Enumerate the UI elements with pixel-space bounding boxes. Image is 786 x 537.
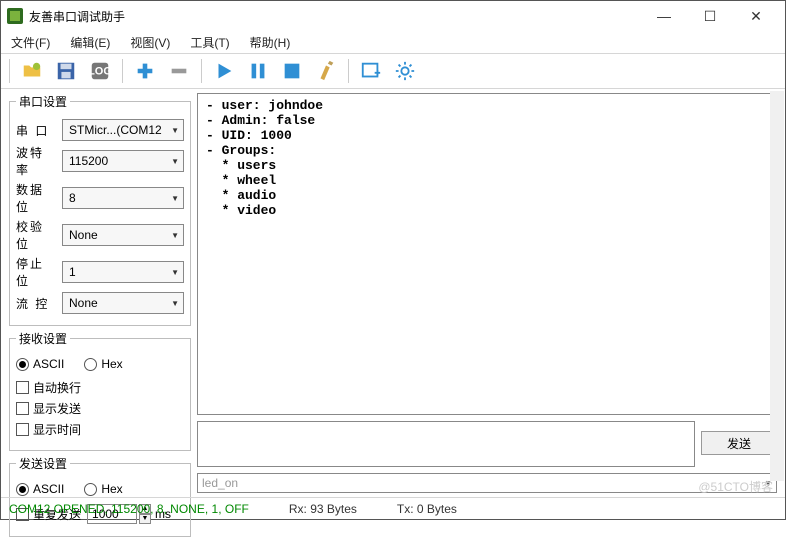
baud-label: 波特率	[16, 144, 56, 178]
menu-tools[interactable]: 工具(T)	[186, 32, 233, 53]
recv-settings-title: 接收设置	[16, 330, 70, 347]
separator	[122, 59, 123, 83]
recv-settings-panel: 接收设置 ASCII Hex 自动换行 显示发送 显示时间	[9, 330, 191, 451]
menu-edit[interactable]: 编辑(E)	[66, 32, 114, 53]
open-folder-icon[interactable]	[18, 57, 46, 85]
toolbar: LOG	[1, 53, 785, 89]
pause-icon[interactable]	[244, 57, 272, 85]
plus-icon[interactable]	[131, 57, 159, 85]
stop-icon[interactable]	[278, 57, 306, 85]
window-add-icon[interactable]	[357, 57, 385, 85]
serial-settings-title: 串口设置	[16, 93, 70, 110]
databits-label: 数据位	[16, 181, 56, 215]
log-icon[interactable]: LOG	[86, 57, 114, 85]
status-connection: COM12 OPENED, 115200, 8, NONE, 1, OFF	[9, 502, 249, 516]
settings-icon[interactable]	[391, 57, 419, 85]
menu-view[interactable]: 视图(V)	[126, 32, 174, 53]
close-button[interactable]: ✕	[733, 1, 779, 31]
status-tx: Tx: 0 Bytes	[397, 502, 457, 516]
status-rx: Rx: 93 Bytes	[289, 502, 357, 516]
clear-icon[interactable]	[312, 57, 340, 85]
maximize-button[interactable]: ☐	[687, 1, 733, 31]
send-input[interactable]	[197, 421, 695, 467]
separator	[348, 59, 349, 83]
parity-select[interactable]: None▼	[62, 224, 184, 246]
minus-icon[interactable]	[165, 57, 193, 85]
separator	[9, 59, 10, 83]
send-settings-title: 发送设置	[16, 455, 70, 472]
app-icon	[7, 8, 23, 24]
menu-help[interactable]: 帮助(H)	[246, 32, 295, 53]
play-icon[interactable]	[210, 57, 238, 85]
showsend-check[interactable]: 显示发送	[16, 400, 184, 417]
menubar: 文件(F) 编辑(E) 视图(V) 工具(T) 帮助(H)	[1, 31, 785, 53]
baud-select[interactable]: 115200▼	[62, 150, 184, 172]
output-textarea[interactable]: - user: johndoe - Admin: false - UID: 10…	[197, 93, 777, 415]
send-settings-panel: 发送设置 ASCII Hex 重复发送 1000 ▲▼ ms	[9, 455, 191, 537]
flow-select[interactable]: None▼	[62, 292, 184, 314]
watermark: @51CTO博客	[698, 478, 773, 495]
flow-label: 流 控	[16, 295, 56, 312]
send-history-select[interactable]: led_on▼	[197, 473, 777, 493]
statusbar: COM12 OPENED, 115200, 8, NONE, 1, OFF Rx…	[1, 497, 785, 519]
showtime-check[interactable]: 显示时间	[16, 421, 184, 438]
send-hex-radio[interactable]: Hex	[84, 482, 122, 496]
stopbits-label: 停止位	[16, 255, 56, 289]
minimize-button[interactable]: ―	[641, 1, 687, 31]
menu-file[interactable]: 文件(F)	[7, 32, 54, 53]
stopbits-select[interactable]: 1▼	[62, 261, 184, 283]
recv-ascii-radio[interactable]: ASCII	[16, 357, 64, 371]
window-title: 友善串口调试助手	[29, 8, 641, 25]
parity-label: 校验位	[16, 218, 56, 252]
serial-settings-panel: 串口设置 串 口 STMicr...(COM12▼ 波特率 115200▼ 数据…	[9, 93, 191, 326]
recv-hex-radio[interactable]: Hex	[84, 357, 122, 371]
send-button[interactable]: 发送	[701, 431, 777, 455]
port-select[interactable]: STMicr...(COM12▼	[62, 119, 184, 141]
port-label: 串 口	[16, 122, 56, 139]
titlebar: 友善串口调试助手 ― ☐ ✕	[1, 1, 785, 31]
svg-text:LOG: LOG	[89, 66, 111, 78]
scrollbar[interactable]	[770, 91, 784, 481]
autowrap-check[interactable]: 自动换行	[16, 379, 184, 396]
separator	[201, 59, 202, 83]
databits-select[interactable]: 8▼	[62, 187, 184, 209]
save-icon[interactable]	[52, 57, 80, 85]
send-ascii-radio[interactable]: ASCII	[16, 482, 64, 496]
